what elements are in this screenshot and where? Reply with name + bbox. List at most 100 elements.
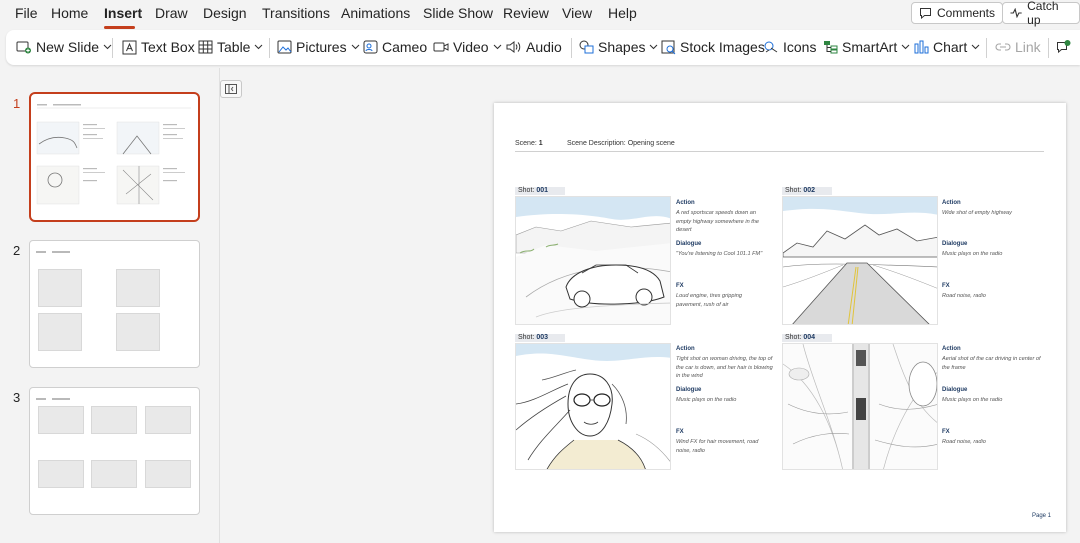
menu-home[interactable]: Home	[51, 5, 88, 21]
slide-thumbnail-2[interactable]	[29, 240, 200, 368]
comments-label: Comments	[937, 6, 996, 20]
dialogue-label: Dialogue	[942, 241, 968, 247]
shot-label-text: Shot:	[785, 334, 802, 341]
icons-button[interactable]: Icons	[763, 39, 816, 55]
shot-label-003: Shot: 003	[515, 334, 565, 342]
page-number: Page 1	[1032, 513, 1052, 519]
pictures-button[interactable]: Pictures	[277, 39, 360, 55]
thumb-text	[36, 251, 46, 253]
slide-thumbnail-3[interactable]	[29, 387, 200, 515]
shot-image-001[interactable]	[515, 196, 671, 325]
aerial-sketch-image	[783, 344, 937, 469]
text-box-label: Text Box	[141, 39, 195, 55]
shapes-button[interactable]: Shapes	[579, 39, 658, 55]
menu-view[interactable]: View	[562, 5, 592, 21]
thumb-placeholder	[91, 406, 137, 434]
separator	[112, 38, 113, 58]
separator	[269, 38, 270, 58]
menu-draw[interactable]: Draw	[155, 5, 188, 21]
catch-up-label: Catch up	[1027, 0, 1059, 27]
shot-001-dialogue: "You're listening to Cool 101.1 FM"	[676, 251, 763, 257]
chart-label: Chart	[933, 39, 968, 55]
smartart-button[interactable]: SmartArt	[823, 39, 910, 55]
table-label: Table	[217, 39, 251, 55]
separator	[986, 38, 987, 58]
thumb-placeholder	[38, 269, 82, 307]
menu-help[interactable]: Help	[608, 5, 637, 21]
shot-image-004[interactable]	[782, 343, 938, 470]
menu-review[interactable]: Review	[503, 5, 549, 21]
text-box-icon	[122, 40, 137, 54]
new-comment-icon	[1057, 40, 1071, 54]
icons-label: Icons	[783, 39, 817, 55]
shot-002-dialogue: Music plays on the radio	[942, 251, 1003, 257]
shot-image-002[interactable]	[782, 196, 938, 325]
shot-004-dialogue: Music plays on the radio	[942, 397, 1003, 403]
collapse-pane-button[interactable]	[220, 80, 242, 98]
ribbon-toolbar: New Slide Text Box Table Pictures Cameo …	[6, 30, 1080, 65]
menu-slide-show[interactable]: Slide Show	[423, 5, 493, 21]
chevron-down-icon	[103, 44, 112, 50]
slide-canvas[interactable]: Scene: 1 Scene Description: Opening scen…	[494, 103, 1066, 532]
chevron-down-icon	[255, 44, 263, 50]
slide-number-3: 3	[13, 390, 21, 405]
comment-icon	[920, 8, 931, 19]
menu-insert[interactable]: Insert	[104, 5, 142, 21]
smartart-label: SmartArt	[842, 39, 898, 55]
shot-003-action: Tight shot on woman driving, the top of …	[676, 356, 773, 379]
action-label: Action	[676, 200, 695, 206]
menu-transitions[interactable]: Transitions	[262, 5, 330, 21]
thumb-placeholder	[145, 460, 191, 488]
action-label: Action	[676, 346, 695, 352]
stock-images-button[interactable]: Stock Images	[661, 39, 765, 55]
new-comment-button[interactable]	[1056, 39, 1072, 54]
audio-label: Audio	[526, 39, 562, 55]
table-icon	[198, 40, 213, 54]
cameo-button[interactable]: Cameo	[363, 39, 427, 55]
dialogue-label: Dialogue	[942, 387, 968, 393]
icons-icon	[764, 41, 778, 53]
menu-file[interactable]: File	[15, 5, 38, 21]
shapes-icon	[579, 40, 594, 54]
shot-number: 002	[803, 187, 815, 194]
chart-button[interactable]: Chart	[914, 39, 980, 55]
thumb-text	[52, 398, 70, 400]
shot-number: 001	[536, 187, 548, 194]
menu-animations[interactable]: Animations	[341, 5, 410, 21]
speaker-icon	[506, 41, 521, 53]
chevron-down-icon	[351, 44, 359, 50]
table-button[interactable]: Table	[198, 39, 263, 55]
menu-design[interactable]: Design	[203, 5, 247, 21]
shot-label-text: Shot:	[785, 187, 802, 194]
comments-button[interactable]: Comments	[911, 2, 1004, 24]
slide-number-1: 1	[13, 96, 21, 111]
separator	[571, 38, 572, 58]
new-slide-button[interactable]: New Slide	[16, 39, 112, 55]
action-label: Action	[942, 200, 961, 206]
shot-number: 003	[536, 334, 548, 341]
scene-header: Scene: 1	[515, 140, 543, 147]
fx-label: FX	[942, 429, 950, 435]
action-label: Action	[942, 346, 961, 352]
collapse-pane-icon	[225, 84, 237, 94]
video-icon	[433, 42, 449, 52]
active-tab-indicator	[104, 26, 135, 29]
menu-bar: File Home Insert Draw Design Transitions…	[0, 0, 1080, 29]
thumb-placeholder	[116, 269, 160, 307]
shot-002-action: Wide shot of empty highway	[942, 210, 1012, 216]
chevron-down-icon	[971, 44, 980, 50]
shot-002-fx: Road noise, radio	[942, 293, 986, 299]
link-button[interactable]: Link	[995, 39, 1041, 55]
text-box-button[interactable]: Text Box	[122, 39, 195, 55]
catch-up-button[interactable]: Catch up	[1002, 0, 1080, 27]
woman-driving-sketch-image	[516, 344, 670, 469]
slide-thumbnail-1[interactable]	[29, 92, 200, 222]
shot-image-003[interactable]	[515, 343, 671, 470]
shot-001-action: A red sportscar speeds down an empty hig…	[676, 210, 760, 233]
header-divider	[515, 151, 1044, 152]
stock-images-label: Stock Images	[680, 39, 765, 55]
audio-button[interactable]: Audio	[506, 39, 562, 55]
video-button[interactable]: Video	[433, 39, 502, 55]
fx-label: FX	[942, 283, 950, 289]
scene-value: 1	[538, 140, 543, 147]
